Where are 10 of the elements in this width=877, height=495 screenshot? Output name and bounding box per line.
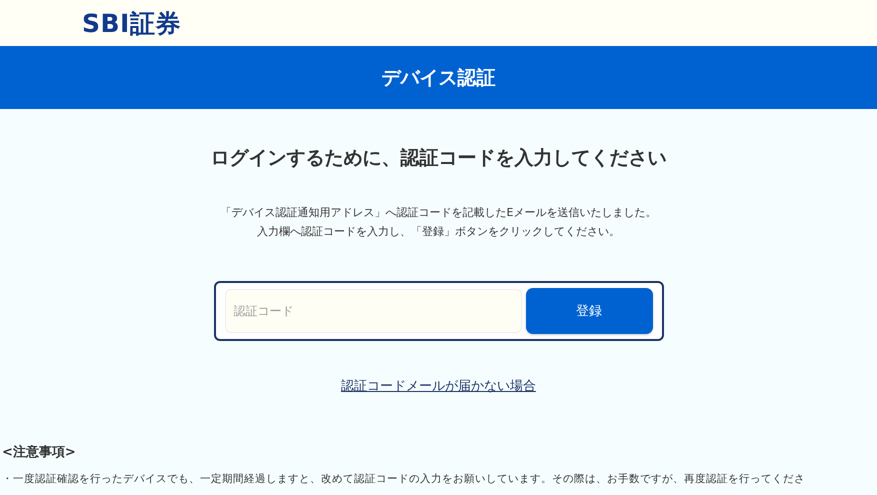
register-button[interactable]: 登録 bbox=[526, 288, 652, 334]
note-text: ・一度認証確認を行ったデバイスでも、一定期間経過しますと、改めて認証コードの入力をお願いしています。その際は、お手数ですが、再度認証を行ってくださ bbox=[2, 472, 806, 486]
instruction-text: 「デバイス認証通知用アドレス」へ認証コードを記載したEメールを送信いたしました。 bbox=[220, 205, 656, 220]
notes-title: <注意事項> bbox=[2, 444, 77, 461]
help-link[interactable]: 認証コードメールが届かない場合 bbox=[341, 377, 536, 395]
code-input-field[interactable]: 認証コード bbox=[224, 289, 522, 333]
heading: ログインするために、認証コードを入力してください bbox=[210, 146, 666, 171]
page-title: デバイス認証 bbox=[382, 66, 496, 90]
instruction-text: 入力欄へ認証コードを入力し、「登録」ボタンをクリックしてください。 bbox=[256, 224, 620, 239]
logo: SBI証券 bbox=[82, 8, 181, 40]
